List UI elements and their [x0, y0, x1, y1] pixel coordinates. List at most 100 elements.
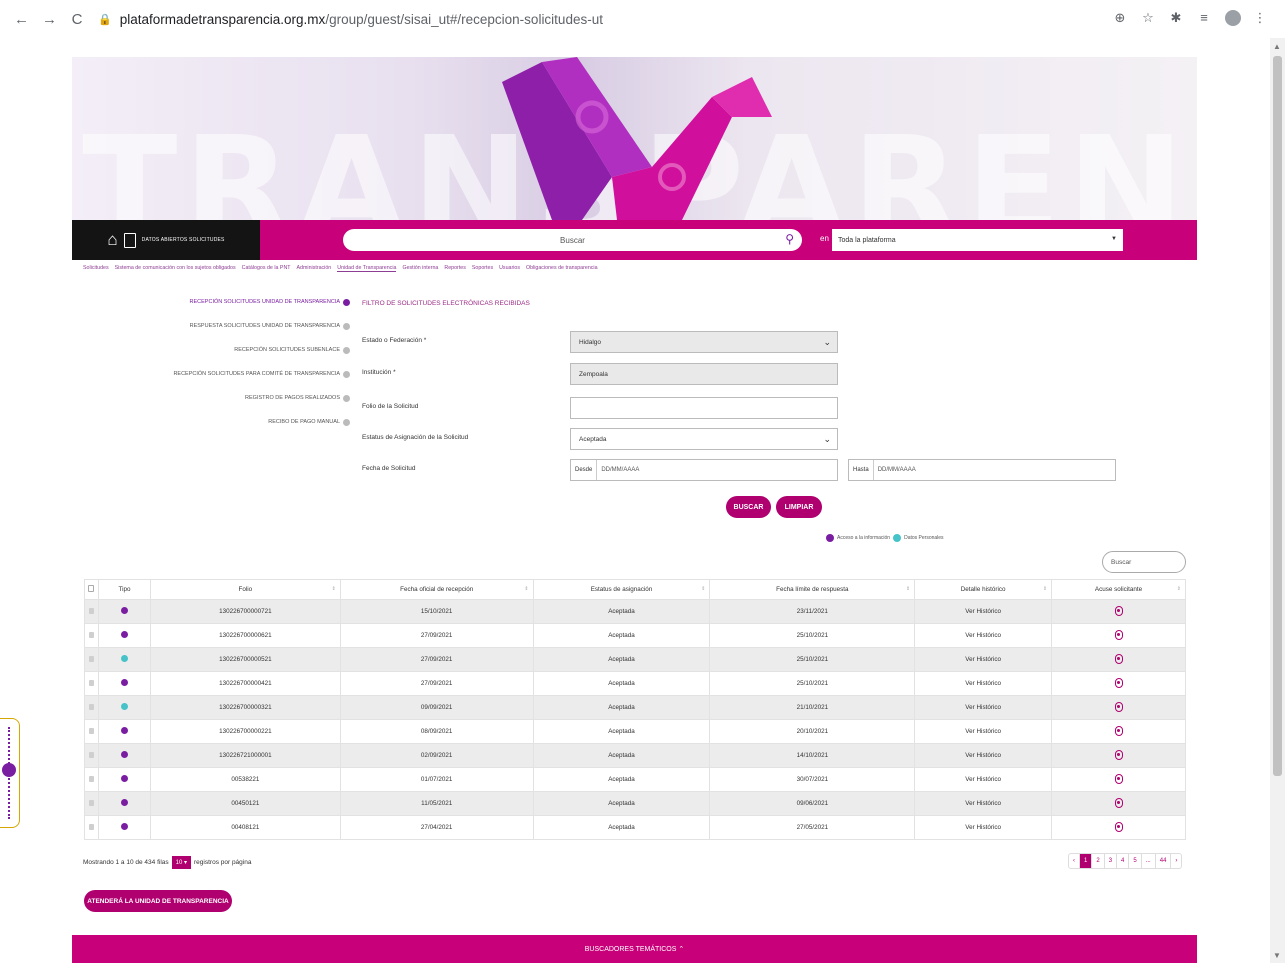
- acuse-pdf-icon[interactable]: [1114, 773, 1123, 784]
- row-checkbox[interactable]: [84, 815, 99, 840]
- select-all-checkbox[interactable]: [84, 579, 99, 600]
- menu-item-administracion[interactable]: Administración: [297, 265, 332, 272]
- row-checkbox[interactable]: [84, 719, 99, 744]
- menu-item-sistema-comunicacion[interactable]: Sistema de comunicación con los sujetos …: [115, 265, 236, 272]
- page-4[interactable]: 4: [1117, 854, 1130, 868]
- acuse-cell[interactable]: [1051, 599, 1186, 624]
- acuse-pdf-icon[interactable]: [1114, 701, 1123, 712]
- table-row[interactable]: 00450121 11/05/2021 Aceptada 09/06/2021 Ver …: [84, 791, 1186, 816]
- acuse-cell[interactable]: [1051, 623, 1186, 648]
- more-menu-icon[interactable]: ⋮: [1253, 10, 1267, 29]
- acuse-pdf-icon[interactable]: [1114, 749, 1123, 760]
- home-section[interactable]: ⌂ DATOS ABIERTOS SOLICITUDES: [72, 220, 260, 260]
- acuse-cell[interactable]: [1051, 743, 1186, 768]
- acuse-cell[interactable]: [1051, 791, 1186, 816]
- acuse-pdf-icon[interactable]: [1114, 653, 1123, 664]
- ver-historico-link[interactable]: Ver Histórico: [914, 815, 1053, 840]
- acuse-pdf-icon[interactable]: [1114, 677, 1123, 688]
- row-checkbox[interactable]: [84, 623, 99, 648]
- hasta-date-input[interactable]: Hasta DD/MM/AAAA: [848, 459, 1116, 481]
- institucion-field[interactable]: Zempoala: [570, 363, 838, 385]
- table-row[interactable]: 130226700000421 27/09/2021 Aceptada 25/10/2…: [84, 671, 1186, 696]
- acuse-cell[interactable]: [1051, 647, 1186, 672]
- home-icon[interactable]: ⌂: [107, 230, 117, 250]
- col-header-fecha-recepcion[interactable]: Fecha oficial de recepción ⇕: [339, 579, 534, 600]
- table-row[interactable]: 130226700000721 15/10/2021 Aceptada 23/11/2…: [84, 599, 1186, 624]
- page-prev[interactable]: ‹: [1069, 854, 1080, 868]
- sidebar-item-respuesta-ut[interactable]: RESPUESTA SOLICITUDES UNIDAD DE TRANSPAR…: [160, 314, 350, 338]
- page-5[interactable]: 5: [1129, 854, 1142, 868]
- acuse-pdf-icon[interactable]: [1114, 821, 1123, 832]
- folio-input[interactable]: [570, 397, 838, 419]
- sidebar-item-registro-pagos[interactable]: REGISTRO DE PAGOS REALIZADOS: [160, 386, 350, 410]
- search-icon[interactable]: ⚲: [785, 232, 794, 246]
- row-checkbox[interactable]: [84, 671, 99, 696]
- acuse-cell[interactable]: [1051, 695, 1186, 720]
- row-checkbox[interactable]: [84, 743, 99, 768]
- atendera-ut-button[interactable]: ATENDERÁ LA UNIDAD DE TRANSPARENCIA: [84, 890, 232, 912]
- row-checkbox[interactable]: [84, 767, 99, 792]
- limpiar-button[interactable]: LIMPIAR: [776, 496, 822, 518]
- accessibility-side-tab[interactable]: [0, 718, 20, 828]
- ver-historico-link[interactable]: Ver Histórico: [914, 671, 1053, 696]
- table-row[interactable]: 130226721000001 02/09/2021 Aceptada 14/10/2…: [84, 743, 1186, 768]
- row-checkbox[interactable]: [84, 599, 99, 624]
- menu-item-soportes[interactable]: Soportes: [472, 265, 493, 272]
- menu-item-usuarios[interactable]: Usuarios: [499, 265, 520, 272]
- ver-historico-link[interactable]: Ver Histórico: [914, 599, 1053, 624]
- table-row[interactable]: 130226700000321 09/09/2021 Aceptada 21/10/2…: [84, 695, 1186, 720]
- acuse-pdf-icon[interactable]: [1114, 797, 1123, 808]
- address-bar[interactable]: 🔒 plataformadetransparencia.org.mx /grou…: [98, 5, 1101, 33]
- table-row[interactable]: 130226700000621 27/09/2021 Aceptada 25/10/2…: [84, 623, 1186, 648]
- ver-historico-link[interactable]: Ver Histórico: [914, 791, 1053, 816]
- acuse-pdf-icon[interactable]: [1114, 725, 1123, 736]
- col-header-detalle[interactable]: Detalle histórico ⇕: [914, 579, 1053, 600]
- ver-historico-link[interactable]: Ver Histórico: [914, 623, 1053, 648]
- table-search-input[interactable]: Buscar: [1102, 551, 1186, 573]
- ver-historico-link[interactable]: Ver Histórico: [914, 743, 1053, 768]
- profile-icon[interactable]: [1225, 9, 1241, 29]
- col-header-fecha-limite[interactable]: Fecha límite de respuesta ⇕: [709, 579, 916, 600]
- forward-icon[interactable]: →: [42, 11, 57, 28]
- scroll-up-arrow-icon[interactable]: ▲: [1273, 42, 1281, 51]
- scrollbar-thumb[interactable]: [1273, 56, 1282, 776]
- menu-item-obligaciones[interactable]: Obligaciones de transparencia: [526, 265, 598, 272]
- acuse-pdf-icon[interactable]: [1114, 629, 1123, 640]
- page-scrollbar[interactable]: ▲ ▼: [1270, 38, 1285, 963]
- menu-item-solicitudes[interactable]: Solicitudes: [83, 265, 109, 272]
- ver-historico-link[interactable]: Ver Histórico: [914, 767, 1053, 792]
- row-checkbox[interactable]: [84, 695, 99, 720]
- row-checkbox[interactable]: [84, 647, 99, 672]
- zoom-icon[interactable]: ⊕: [1113, 10, 1127, 29]
- scroll-down-arrow-icon[interactable]: ▼: [1273, 951, 1281, 960]
- table-row[interactable]: 130226700000221 08/09/2021 Aceptada 20/10/2…: [84, 719, 1186, 744]
- extensions-icon[interactable]: ✱: [1169, 10, 1183, 29]
- ver-historico-link[interactable]: Ver Histórico: [914, 647, 1053, 672]
- per-page-select[interactable]: 10 ▾: [171, 856, 192, 869]
- buscadores-tematicos-bar[interactable]: BUSCADORES TEMÁTICOS ⌃: [72, 935, 1197, 963]
- star-icon[interactable]: ☆: [1141, 10, 1155, 29]
- acuse-cell[interactable]: [1051, 719, 1186, 744]
- col-header-tipo[interactable]: Tipo: [97, 579, 151, 600]
- estatus-select[interactable]: Aceptada ⌄: [570, 428, 838, 450]
- page-1[interactable]: 1: [1080, 854, 1093, 868]
- reading-list-icon[interactable]: ≡: [1197, 10, 1211, 29]
- menu-item-unidad-transparencia[interactable]: Unidad de Transparencia: [337, 265, 397, 272]
- acuse-cell[interactable]: [1051, 671, 1186, 696]
- table-row[interactable]: 130226700000521 27/09/2021 Aceptada 25/10/2…: [84, 647, 1186, 672]
- col-header-acuse[interactable]: Acuse solicitante ⇕: [1051, 579, 1186, 600]
- page-next[interactable]: ›: [1171, 854, 1181, 868]
- buscar-button[interactable]: BUSCAR: [726, 496, 771, 518]
- search-scope-select[interactable]: Toda la plataforma ▼: [832, 229, 1123, 251]
- sidebar-item-recibo-pago[interactable]: RECIBO DE PAGO MANUAL: [160, 410, 350, 434]
- ver-historico-link[interactable]: Ver Histórico: [914, 719, 1053, 744]
- reload-icon[interactable]: C: [70, 11, 84, 28]
- row-checkbox[interactable]: [84, 791, 99, 816]
- sidebar-item-recepcion-ut[interactable]: RECEPCIÓN SOLICITUDES UNIDAD DE TRANSPAR…: [160, 290, 350, 314]
- sidebar-item-comite[interactable]: RECEPCIÓN SOLICITUDES PARA COMITÉ DE TRA…: [160, 362, 350, 386]
- menu-item-reportes[interactable]: Reportes: [444, 265, 466, 272]
- page-3[interactable]: 3: [1105, 854, 1118, 868]
- col-header-folio[interactable]: Folio ⇕: [149, 579, 341, 600]
- acuse-pdf-icon[interactable]: [1114, 605, 1123, 616]
- estado-select[interactable]: Hidalgo ⌄: [570, 331, 838, 353]
